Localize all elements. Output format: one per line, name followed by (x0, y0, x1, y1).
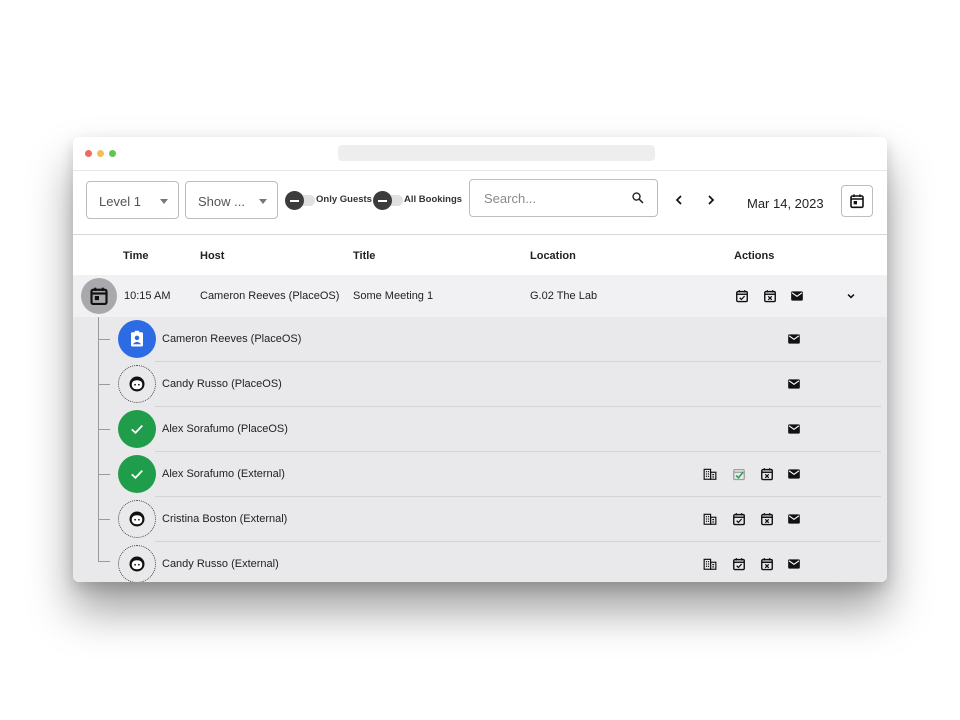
level-select-value: Level 1 (99, 194, 141, 209)
guest-avatar (118, 500, 156, 538)
guest-name: Alex Sorafumo (PlaceOS) (162, 423, 288, 435)
guest-name: Candy Russo (PlaceOS) (162, 378, 282, 390)
search-box (469, 179, 658, 217)
guest-row[interactable]: Cameron Reeves (PlaceOS) (73, 317, 887, 362)
email-icon[interactable] (787, 512, 801, 526)
show-select-value: Show ... (198, 194, 245, 209)
checked-in-icon (131, 425, 143, 435)
decline-icon[interactable] (760, 467, 774, 481)
face-icon (129, 511, 145, 527)
guest-row[interactable]: Alex Sorafumo (PlaceOS) (73, 407, 887, 452)
guest-row[interactable]: Alex Sorafumo (External) (73, 452, 887, 497)
checked-in-avatar (118, 455, 156, 493)
toolbar: Level 1 Show ... Only Guests All Booking… (73, 171, 887, 233)
email-icon[interactable] (790, 289, 804, 303)
decline-icon[interactable] (763, 289, 777, 303)
next-day-icon[interactable] (703, 192, 719, 208)
level-select[interactable]: Level 1 (86, 181, 179, 219)
face-icon (129, 556, 145, 572)
email-icon[interactable] (787, 467, 801, 481)
building-icon[interactable] (703, 512, 717, 526)
all-bookings-toggle[interactable]: All Bookings (373, 191, 465, 211)
table-header: Time Host Title Location Actions (73, 234, 887, 276)
tree-branch (98, 561, 110, 562)
host-badge-icon (131, 330, 143, 347)
checked-in-avatar (118, 410, 156, 448)
email-icon[interactable] (787, 332, 801, 346)
host-badge-avatar (118, 320, 156, 358)
guest-name: Candy Russo (External) (162, 558, 279, 570)
guest-avatar (118, 365, 156, 403)
guest-row[interactable]: Candy Russo (PlaceOS) (73, 362, 887, 407)
column-title[interactable]: Title (353, 250, 375, 262)
booking-host: Cameron Reeves (PlaceOS) (200, 290, 340, 302)
guest-row[interactable]: Cristina Boston (External) (73, 497, 887, 542)
chevron-down-icon (259, 199, 267, 204)
guest-avatar (118, 545, 156, 582)
chevron-down-icon (160, 199, 168, 204)
tree-branch (98, 474, 110, 475)
checkin-icon[interactable] (732, 512, 746, 526)
browser-window: Level 1 Show ... Only Guests All Booking… (73, 137, 887, 582)
checkin-icon[interactable] (732, 467, 746, 481)
toggle-thumb (285, 191, 304, 210)
tree-branch (98, 519, 110, 520)
face-icon (129, 376, 145, 392)
minimize-window-dot[interactable] (97, 150, 104, 157)
search-icon[interactable] (631, 191, 645, 205)
column-host[interactable]: Host (200, 250, 224, 262)
address-bar[interactable] (338, 145, 655, 161)
only-guests-toggle[interactable]: Only Guests (285, 191, 373, 211)
building-icon[interactable] (703, 467, 717, 481)
decline-icon[interactable] (760, 557, 774, 571)
booking-location: G.02 The Lab (530, 290, 598, 302)
checkin-icon[interactable] (732, 557, 746, 571)
selected-date: Mar 14, 2023 (747, 196, 824, 211)
decline-icon[interactable] (760, 512, 774, 526)
checked-in-icon (131, 470, 143, 480)
tree-branch (98, 429, 110, 430)
booking-time: 10:15 AM (124, 290, 171, 302)
calendar-icon (90, 287, 108, 305)
guest-name: Alex Sorafumo (External) (162, 468, 285, 480)
title-bar (73, 137, 887, 171)
email-icon[interactable] (787, 557, 801, 571)
only-guests-label: Only Guests (316, 194, 372, 205)
booking-title: Some Meeting 1 (353, 290, 434, 302)
email-icon[interactable] (787, 422, 801, 436)
email-icon[interactable] (787, 377, 801, 391)
date-picker-button[interactable] (841, 185, 873, 217)
building-icon[interactable] (703, 557, 717, 571)
guest-name: Cristina Boston (External) (162, 513, 288, 525)
tree-branch (98, 339, 110, 340)
column-time[interactable]: Time (123, 250, 148, 262)
tree-branch (98, 384, 110, 385)
guest-list: Cameron Reeves (PlaceOS) Candy Russo (Pl… (73, 317, 887, 582)
show-select[interactable]: Show ... (185, 181, 278, 219)
search-input[interactable] (482, 190, 626, 207)
booking-type-avatar (81, 278, 117, 314)
checkin-icon[interactable] (735, 289, 749, 303)
maximize-window-dot[interactable] (109, 150, 116, 157)
column-actions: Actions (734, 250, 775, 262)
guest-name: Cameron Reeves (PlaceOS) (162, 333, 302, 345)
previous-day-icon[interactable] (671, 192, 687, 208)
chevron-down-icon[interactable] (844, 289, 858, 303)
guest-row[interactable]: Candy Russo (External) (73, 542, 887, 582)
booking-row[interactable]: 10:15 AM Cameron Reeves (PlaceOS) Some M… (73, 275, 887, 317)
close-window-dot[interactable] (85, 150, 92, 157)
column-location[interactable]: Location (530, 250, 576, 262)
calendar-icon (850, 194, 864, 209)
toggle-thumb (373, 191, 392, 210)
all-bookings-label: All Bookings (404, 194, 463, 205)
